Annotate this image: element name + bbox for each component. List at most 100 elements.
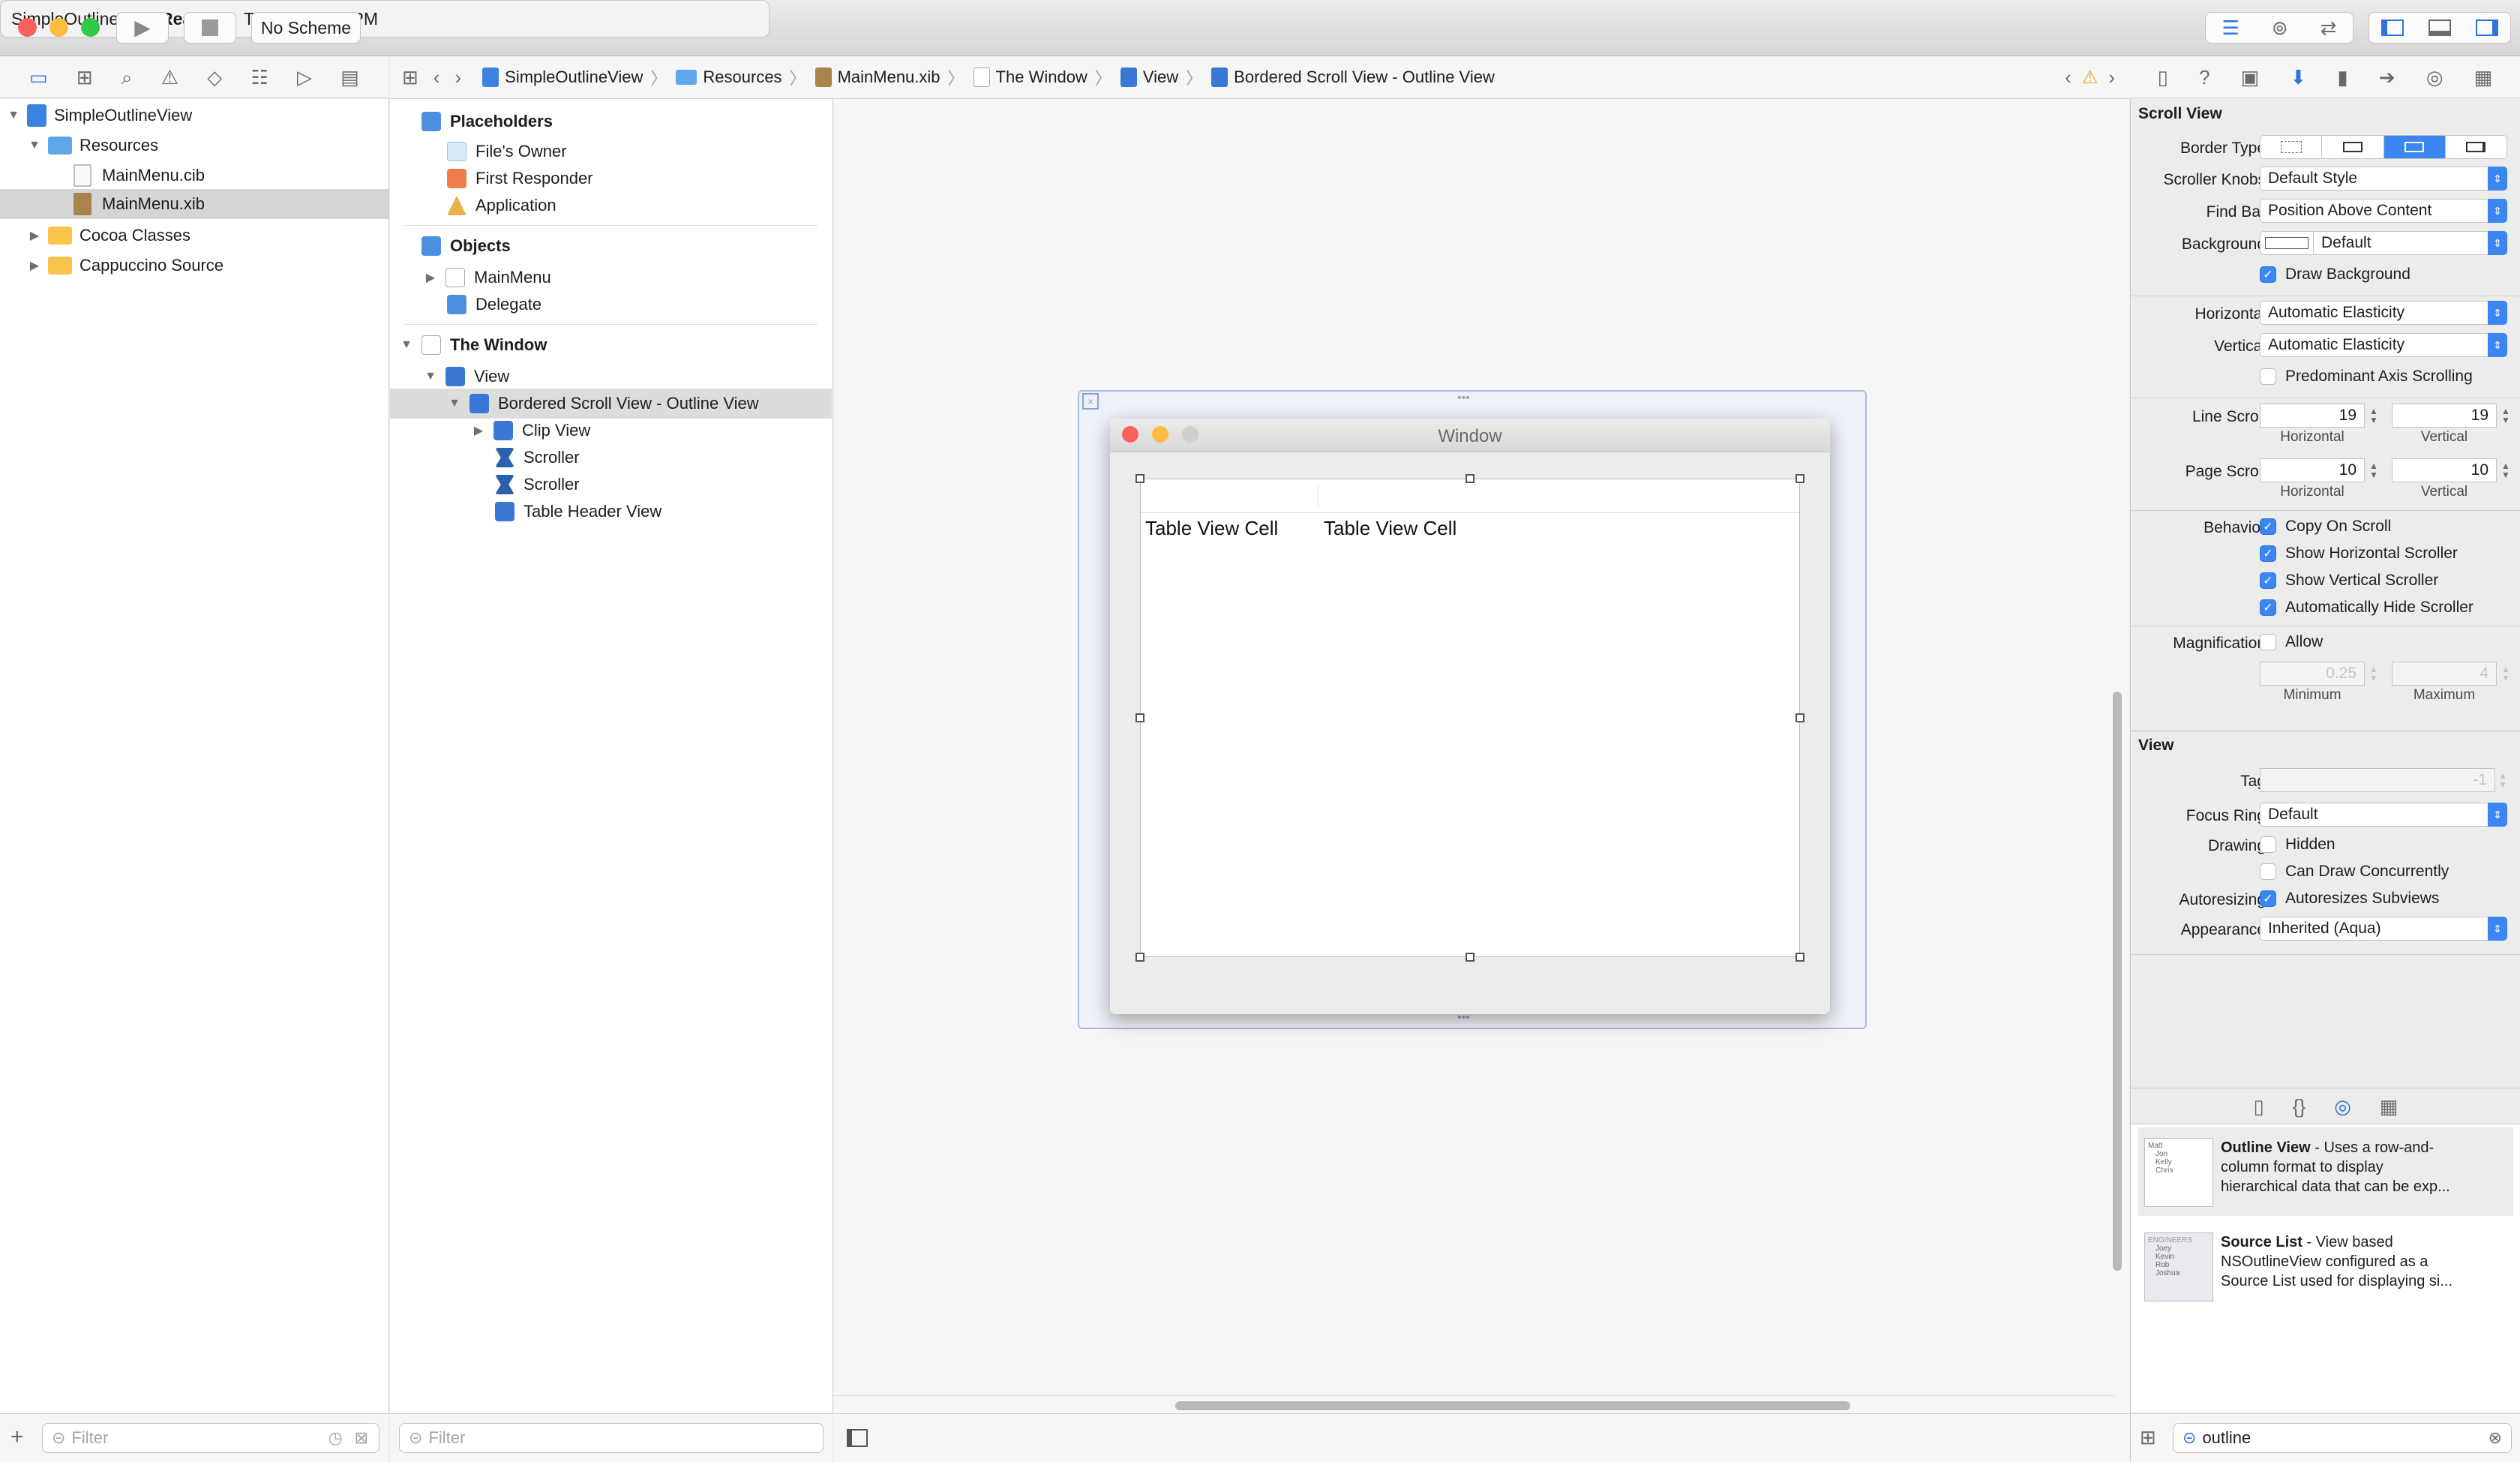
warning-icon[interactable]: ⚠ xyxy=(2082,67,2098,89)
outline-item-scroller-1[interactable]: Scroller xyxy=(495,443,580,473)
clear-search-icon[interactable]: ⊗ xyxy=(2488,1428,2502,1448)
disclosure-open-icon[interactable]: ▼ xyxy=(6,109,21,122)
disclosure-closed-icon[interactable]: ▶ xyxy=(27,228,42,243)
find-navigator-icon[interactable]: ⌕ xyxy=(122,68,133,87)
vertical-elasticity-popup[interactable]: Automatic Elasticity ⇕ xyxy=(2260,333,2507,357)
interface-builder-canvas[interactable]: × ••• ••• Window Table View Cell Table V… xyxy=(833,99,2129,1462)
border-groove-icon[interactable] xyxy=(2446,136,2506,158)
tree-item-project[interactable]: ▼ SimpleOutlineView xyxy=(6,101,192,131)
test-navigator-icon[interactable]: ◇ xyxy=(207,68,222,87)
hidden-checkbox[interactable]: Hidden xyxy=(2260,836,2336,854)
bindings-inspector-icon[interactable]: ◎ xyxy=(2426,68,2444,87)
outline-item-the-window[interactable]: ▼ The Window xyxy=(399,330,547,360)
outline-item-files-owner[interactable]: File's Owner xyxy=(447,137,567,167)
autoresizes-subviews-checkbox[interactable]: ✓ Autoresizes Subviews xyxy=(2260,890,2439,908)
debug-toggle-icon[interactable] xyxy=(2428,20,2451,36)
border-type-segment[interactable] xyxy=(2260,135,2507,159)
media-library-icon[interactable]: ▦ xyxy=(2380,1097,2398,1116)
allow-magnification-checkbox[interactable]: Allow xyxy=(2260,633,2323,651)
page-scroll-horizontal-field[interactable]: 10 xyxy=(2260,458,2365,482)
recent-icon[interactable]: ◷ xyxy=(328,1428,343,1448)
predominant-axis-checkbox[interactable]: Predominant Axis Scrolling xyxy=(2260,368,2473,386)
auto-hide-scroller-checkbox[interactable]: ✓ Automatically Hide Scroller xyxy=(2260,599,2474,617)
utilities-toggle-icon[interactable] xyxy=(2475,20,2498,36)
file-template-library-icon[interactable]: ▯ xyxy=(2254,1097,2264,1116)
run-button[interactable]: ▶ xyxy=(116,12,169,44)
appearance-popup[interactable]: Inherited (Aqua) ⇕ xyxy=(2260,917,2507,941)
effects-inspector-icon[interactable]: ▦ xyxy=(2474,68,2493,87)
close-window-button[interactable] xyxy=(18,18,37,37)
table-header-view[interactable] xyxy=(1141,479,1799,513)
breadcrumb-view[interactable]: View 〉 xyxy=(1120,65,1202,89)
border-line-icon[interactable] xyxy=(2322,136,2384,158)
page-scroll-vertical-field[interactable]: 10 xyxy=(2392,458,2497,482)
disclosure-open-icon[interactable]: ▼ xyxy=(447,397,462,410)
outline-item-delegate[interactable]: Delegate xyxy=(447,290,542,320)
stop-button[interactable] xyxy=(184,12,236,44)
line-scroll-vertical-field[interactable]: 19 xyxy=(2392,404,2497,428)
file-inspector-icon[interactable]: ▯ xyxy=(2158,68,2168,87)
copy-on-scroll-checkbox[interactable]: ✓ Copy On Scroll xyxy=(2260,518,2391,536)
outline-filter-input[interactable]: ⊝ Filter xyxy=(399,1423,824,1453)
outline-item-table-header-view[interactable]: Table Header View xyxy=(495,497,662,527)
forward-icon[interactable]: › xyxy=(454,68,461,87)
selection-handle[interactable] xyxy=(1796,474,1804,483)
stepper-icon[interactable]: ▲ ▼ xyxy=(2500,404,2512,428)
code-snippet-library-icon[interactable]: {} xyxy=(2293,1097,2306,1116)
tree-item-mainmenu-xib[interactable]: MainMenu.xib xyxy=(0,189,388,219)
library-item-outline-view[interactable]: Matt Jon Kelly Chris Outline View - Uses a … xyxy=(2138,1127,2513,1216)
show-outline-icon[interactable] xyxy=(847,1429,868,1447)
library-item-source-list[interactable]: ENGINEERS Joey Kevin Rob Joshua Source List … xyxy=(2138,1222,2513,1310)
attributes-inspector-icon[interactable]: ⬇ xyxy=(2290,68,2306,87)
version-editor-icon[interactable]: ⇄ xyxy=(2320,18,2337,38)
breadcrumb-xib[interactable]: MainMenu.xib 〉 xyxy=(814,65,964,89)
breadcrumb-window[interactable]: The Window 〉 xyxy=(973,65,1112,89)
disclosure-open-icon[interactable]: ▼ xyxy=(423,370,438,383)
size-inspector-icon[interactable]: ▮ xyxy=(2337,68,2348,87)
disclosure-closed-icon[interactable]: ▶ xyxy=(423,270,438,285)
panel-visibility-segment[interactable] xyxy=(2368,12,2511,44)
horizontal-scrollbar[interactable] xyxy=(1175,1401,1850,1410)
tree-item-cocoa-classes[interactable]: ▶ Cocoa Classes xyxy=(27,221,190,251)
selection-handle[interactable] xyxy=(1136,474,1144,483)
navigator-filter-input[interactable]: ⊝ Filter ◷ ⊠ xyxy=(42,1423,380,1453)
find-bar-popup[interactable]: Position Above Content ⇕ xyxy=(2260,199,2507,223)
tree-item-cappuccino-source[interactable]: ▶ Cappuccino Source xyxy=(27,251,224,281)
tag-field[interactable]: -1 xyxy=(2260,768,2495,792)
object-library-icon[interactable]: ◎ xyxy=(2334,1097,2351,1116)
library-search-input[interactable]: ⊝ outline ⊗ xyxy=(2173,1423,2512,1453)
symbol-navigator-icon[interactable]: ⊞ xyxy=(76,68,93,87)
minimize-window-button[interactable] xyxy=(50,18,68,37)
breadcrumb-scroll-view[interactable]: Bordered Scroll View - Outline View xyxy=(1211,68,1495,87)
table-view-cell[interactable]: Table View Cell xyxy=(1324,517,1456,540)
scheme-selector[interactable]: No Scheme xyxy=(251,12,361,44)
tree-item-resources[interactable]: ▼ Resources xyxy=(27,131,158,161)
show-horizontal-scroller-checkbox[interactable]: ✓ Show Horizontal Scroller xyxy=(2260,545,2458,563)
table-view-cell[interactable]: Table View Cell xyxy=(1145,517,1278,540)
outline-item-mainmenu[interactable]: ▶ MainMenu xyxy=(423,263,551,293)
border-none-icon[interactable] xyxy=(2260,136,2323,158)
debug-navigator-icon[interactable]: ☷ xyxy=(250,68,268,87)
help-inspector-icon[interactable]: ? xyxy=(2199,68,2210,87)
scroller-knobs-popup[interactable]: Default Style ⇕ xyxy=(2260,167,2507,191)
outline-item-bordered-scroll-view[interactable]: ▼ Bordered Scroll View - Outline View xyxy=(390,389,832,419)
outline-item-first-responder[interactable]: First Responder xyxy=(447,164,593,194)
border-bezel-icon[interactable] xyxy=(2384,136,2446,158)
identity-inspector-icon[interactable]: ▣ xyxy=(2241,68,2260,87)
outline-item-scroller-2[interactable]: Scroller xyxy=(495,470,580,500)
disclosure-open-icon[interactable]: ▼ xyxy=(399,338,414,352)
disclosure-closed-icon[interactable]: ▶ xyxy=(471,423,486,438)
stepper-icon[interactable]: ▲ ▼ xyxy=(2497,768,2509,792)
breadcrumb-project[interactable]: SimpleOutlineView 〉 xyxy=(482,65,667,89)
selection-handle[interactable] xyxy=(1136,953,1144,962)
tree-item-mainmenu-cib[interactable]: MainMenu.cib xyxy=(74,161,205,191)
window-preview[interactable]: Window Table View Cell Table View Cell xyxy=(1110,419,1830,1014)
connections-inspector-icon[interactable]: ➔ xyxy=(2379,68,2396,87)
next-issue-icon[interactable]: › xyxy=(2108,68,2115,87)
selection-handle[interactable] xyxy=(1796,953,1804,962)
grid-view-icon[interactable]: ⊞ xyxy=(2140,1427,2156,1447)
resize-handle-icon[interactable]: ••• xyxy=(1457,392,1470,405)
draw-background-checkbox[interactable]: ✓ Draw Background xyxy=(2260,266,2410,284)
selection-handle[interactable] xyxy=(1466,474,1474,483)
related-items-icon[interactable]: ⊞ xyxy=(402,68,418,87)
